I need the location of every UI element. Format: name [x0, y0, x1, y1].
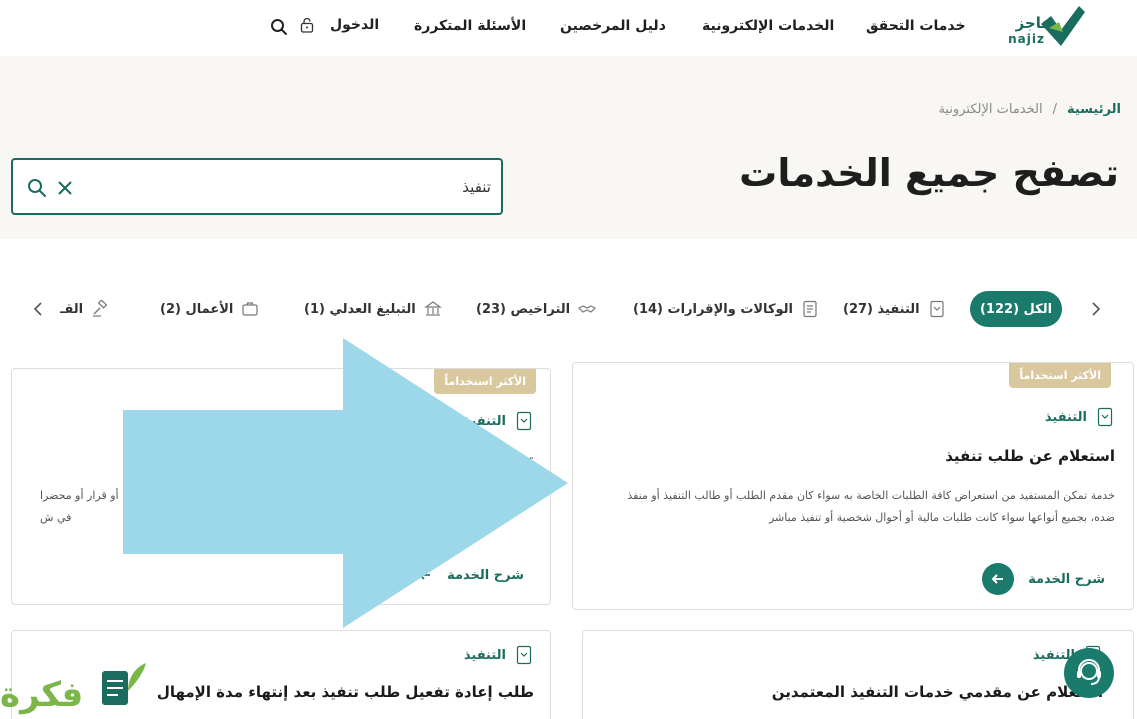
hero-section: الرئيسية / الخدمات الإلكترونية تصفح جميع ا…: [0, 56, 1137, 239]
lock-icon: [300, 17, 314, 33]
service-explanation-label: شرح الخدمة: [1028, 571, 1105, 587]
breadcrumb-home[interactable]: الرئيسية: [1067, 102, 1121, 117]
breadcrumb-current: الخدمات الإلكترونية: [938, 102, 1043, 117]
document-icon: [930, 300, 944, 318]
support-chat-button[interactable]: [1064, 648, 1114, 698]
file-list-icon: [803, 300, 817, 318]
tab-judicial-notification-label: التبليغ العدلي (1): [304, 301, 416, 317]
service-card[interactable]: الأكثر استخداماً التنفيذ استعلام عن طلب …: [572, 362, 1134, 610]
nav-licensees-guide[interactable]: دليل المرخصين: [560, 18, 666, 34]
service-card[interactable]: التنفيذ استعلام عن مقدمي خدمات التنفيذ ا…: [582, 630, 1134, 719]
breadcrumb: الرئيسية / الخدمات الإلكترونية: [938, 102, 1121, 117]
services-search-box: [11, 158, 503, 215]
tab-licenses-label: التراخيص (23): [476, 301, 571, 317]
watermark-text: فكرة: [0, 675, 84, 715]
most-used-badge: الأكثر استخداماً: [1009, 363, 1111, 388]
tab-agencies[interactable]: الوكالات والإقرارات (14): [633, 291, 819, 327]
logo-text-ar: ناجز: [1015, 14, 1047, 32]
card-title: استعلام عن طلب تنفيذ: [945, 447, 1115, 465]
card-title: طلب إعادة تفعيل طلب تنفيذ بعد إنتهاء مدة…: [156, 683, 534, 701]
tab-execution-label: التنفيذ (27): [843, 301, 920, 317]
arrow-left-icon: [982, 563, 1015, 595]
tab-judiciary[interactable]: القـ: [60, 291, 109, 327]
tab-agencies-label: الوكالات والإقرارات (14): [633, 301, 793, 317]
nav-verification-services[interactable]: خدمات التحقق: [866, 18, 966, 34]
chevron-left-icon[interactable]: [30, 301, 46, 317]
tab-judicial-notification[interactable]: التبليغ العدلي (1): [304, 291, 442, 327]
tab-business-label: الأعمال (2): [160, 301, 234, 317]
card-description-line2: ضده، بجميع أنواعها سواء كانت طلبات مالية…: [768, 511, 1115, 524]
tab-licenses[interactable]: التراخيص (23): [476, 291, 597, 327]
execution-doc-icon: [516, 645, 532, 665]
nav-faq[interactable]: الأسئلة المتكررة: [414, 18, 526, 34]
card-category: التنفيذ: [464, 645, 534, 665]
tab-business[interactable]: الأعمال (2): [160, 291, 259, 327]
search-icon[interactable]: [270, 18, 288, 36]
category-tabs: الكل (122) التنفيذ (27) الوكالات والإقرا…: [0, 291, 1137, 327]
headset-icon: [1077, 659, 1101, 685]
leaf-doc-icon: [102, 663, 146, 705]
execution-doc-icon: [1097, 407, 1113, 427]
card-category-label: التنفيذ: [1044, 409, 1087, 425]
tab-judiciary-label: القـ: [60, 301, 84, 317]
top-header: ناجز najiz خدمات التحقق الخدمات الإلكترو…: [0, 0, 1137, 56]
page-title: تصفح جميع الخدمات: [739, 151, 1119, 195]
card-category-label: التنفيذ: [463, 647, 506, 663]
tab-execution[interactable]: التنفيذ (27): [843, 291, 946, 327]
clear-icon[interactable]: [56, 179, 74, 197]
card-description: خدمة تمكن المستفيد من استعراض كافة الطلب…: [585, 485, 1115, 529]
service-explanation-link[interactable]: شرح الخدمة: [982, 563, 1105, 595]
building-icon: [423, 301, 442, 316]
handshake-icon: [578, 305, 597, 313]
overlay-arrow-icon: [123, 338, 568, 628]
card-title: استعلام عن مقدمي خدمات التنفيذ المعتمدين: [771, 683, 1103, 701]
watermark-logo: فكرة: [0, 659, 160, 719]
breadcrumb-separator: /: [1052, 102, 1057, 117]
tab-all[interactable]: الكل (122): [970, 291, 1062, 327]
logo-text-en: najiz: [1008, 32, 1045, 46]
card-category: التنفيذ: [1045, 407, 1115, 427]
gavel-icon: [93, 300, 108, 317]
chevron-right-icon[interactable]: [1088, 301, 1104, 317]
search-submit-icon[interactable]: [27, 178, 47, 198]
services-search-input[interactable]: [111, 174, 491, 200]
tab-all-label: الكل (122): [979, 301, 1053, 317]
login-label: الدخول: [330, 17, 380, 33]
najiz-logo[interactable]: ناجز najiz: [997, 4, 1085, 50]
nav-eservices[interactable]: الخدمات الإلكترونية: [702, 18, 834, 34]
briefcase-icon: [242, 302, 258, 316]
card-description-line1: خدمة تمكن المستفيد من استعراض كافة الطلب…: [627, 489, 1115, 502]
login-link[interactable]: الدخول: [300, 17, 379, 33]
